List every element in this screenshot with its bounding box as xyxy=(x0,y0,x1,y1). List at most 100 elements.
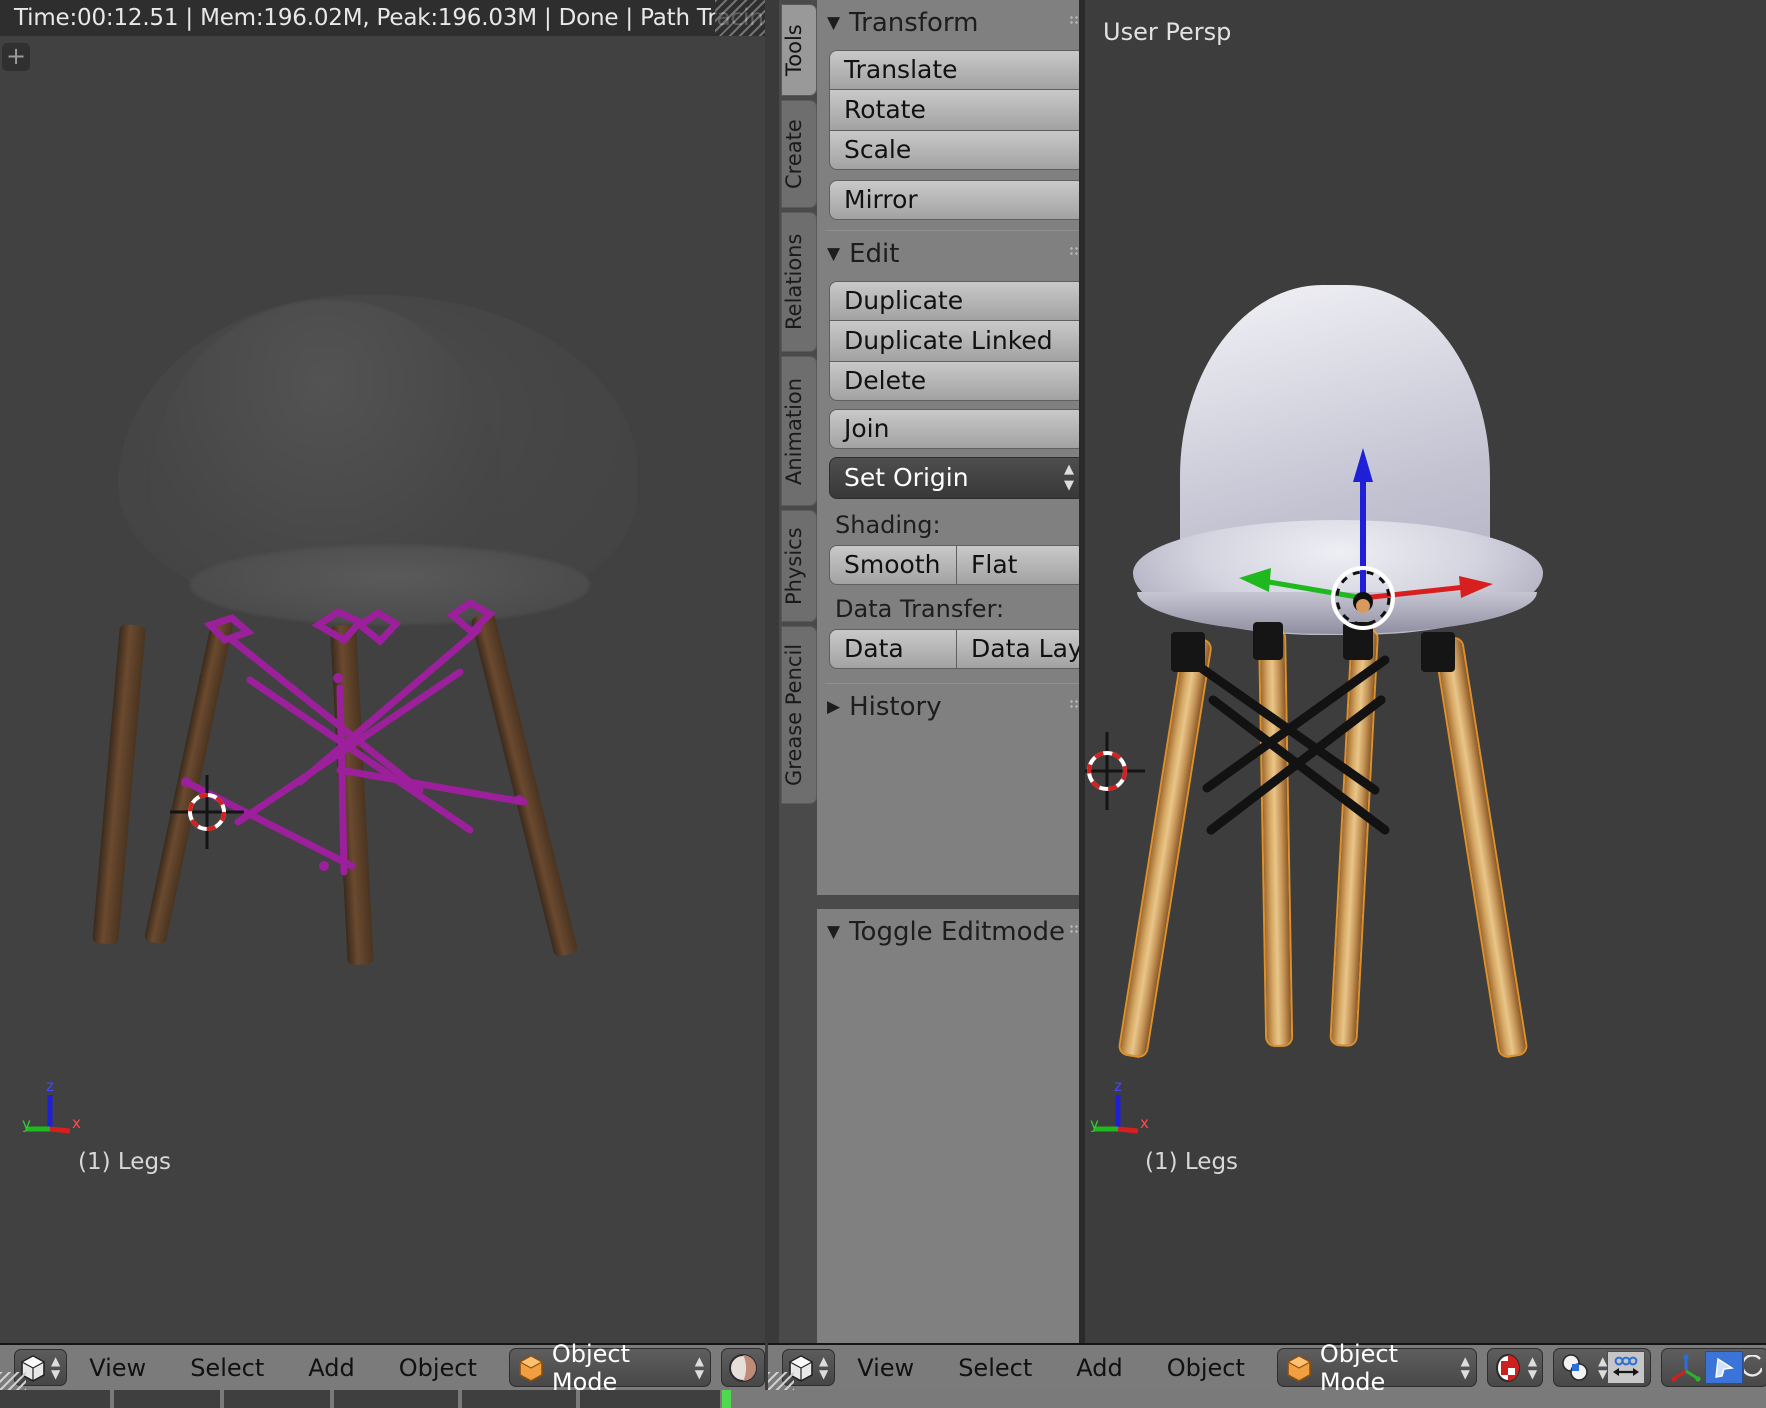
panel-title: Edit xyxy=(849,239,900,269)
timeline-segment xyxy=(224,1390,330,1408)
rendered-leg xyxy=(330,624,374,966)
timeline-strip[interactable] xyxy=(0,1390,1766,1408)
svg-text:y: y xyxy=(1090,1115,1099,1133)
mirror-button[interactable]: Mirror xyxy=(829,180,1085,220)
left-viewport-header: ▲ ▼ View Select Add Object Object Mode ▲ ▼ xyxy=(0,1340,765,1396)
tab-relations[interactable]: Relations xyxy=(781,212,817,352)
left-3d-viewport[interactable]: Time:00:12.51 | Mem:196.02M, Peak:196.03… xyxy=(0,0,765,1343)
rotate-manipulator-button[interactable] xyxy=(1743,1351,1763,1384)
chevron-down-icon: ▼ xyxy=(827,244,841,264)
toggle-editmode-panel: ▼ Toggle Editmode xyxy=(817,909,1097,1343)
render-status-text: Time:00:12.51 | Mem:196.02M, Peak:196.03… xyxy=(14,5,765,31)
corner-resize-icon[interactable] xyxy=(768,1372,794,1390)
panel-header-edit[interactable]: ▼ Edit xyxy=(817,231,1097,277)
menu-view[interactable]: View xyxy=(67,1354,168,1382)
axis-gizmo: z y x xyxy=(1090,1077,1149,1134)
spinner-arrows-icon: ▲ ▼ xyxy=(1598,1353,1608,1381)
duplicate-linked-button[interactable]: Duplicate Linked xyxy=(829,321,1085,361)
viewport-shading-selector[interactable] xyxy=(721,1348,765,1387)
panel-header-transform[interactable]: ▼ Transform xyxy=(817,0,1097,46)
panel-title: Transform xyxy=(849,8,979,38)
flat-shading-button[interactable]: Flat xyxy=(957,545,1085,585)
axis-manipulator-icon xyxy=(1671,1353,1701,1382)
menu-object[interactable]: Object xyxy=(1145,1354,1267,1382)
chevron-down-icon: ▼ xyxy=(827,13,841,33)
tab-create[interactable]: Create xyxy=(781,100,817,208)
rendered-leg xyxy=(92,623,146,945)
tab-animation[interactable]: Animation xyxy=(781,356,817,506)
panel-title: Toggle Editmode xyxy=(849,917,1066,947)
panel-title: History xyxy=(849,692,942,722)
tab-physics[interactable]: Physics xyxy=(781,510,817,622)
translate-button[interactable]: Translate xyxy=(829,50,1085,90)
timeline-segment xyxy=(334,1390,458,1408)
z-axis-arrow xyxy=(1353,448,1373,482)
data-layout-transfer-button[interactable]: Data Lay xyxy=(957,629,1085,669)
panel-header-history[interactable]: ▶ History xyxy=(817,684,1097,730)
interaction-mode-selector[interactable]: Object Mode ▲ ▼ xyxy=(1276,1340,1477,1396)
smooth-shading-button[interactable]: Smooth xyxy=(829,545,957,585)
svg-text:y: y xyxy=(22,1115,31,1133)
3d-cursor-icon xyxy=(170,775,244,849)
chair-leg xyxy=(1119,637,1211,1057)
snap-toggle-button[interactable] xyxy=(1607,1351,1646,1384)
interaction-mode-selector[interactable]: Object Mode ▲ ▼ xyxy=(508,1340,711,1396)
active-object-label: (1) Legs xyxy=(78,1149,172,1175)
corner-resize-icon[interactable] xyxy=(0,1372,26,1390)
manipulator-controls[interactable] xyxy=(1661,1348,1766,1387)
axis-gizmo: z y x xyxy=(22,1077,81,1134)
svg-text:z: z xyxy=(46,1077,54,1095)
active-object-label: (1) Legs xyxy=(1145,1149,1239,1175)
translate-manipulator-button[interactable] xyxy=(1705,1351,1744,1384)
data-transfer-label: Data Transfer: xyxy=(835,595,1005,623)
tab-grease-pencil[interactable]: Grease Pencil xyxy=(781,626,817,804)
viewport-shading-selector[interactable]: ▲ ▼ xyxy=(1486,1348,1544,1387)
duplicate-button[interactable]: Duplicate xyxy=(829,281,1085,321)
tab-tools[interactable]: Tools xyxy=(781,4,817,96)
arrow-cursor-icon xyxy=(1715,1357,1735,1378)
panel-header-toggle-editmode[interactable]: ▼ Toggle Editmode xyxy=(817,909,1097,955)
x-axis-arrow xyxy=(1459,576,1493,598)
selection-wireframe xyxy=(181,598,528,876)
svg-text:x: x xyxy=(1140,1114,1149,1132)
transform-button-group: Translate Rotate Scale xyxy=(829,50,1085,170)
render-status-bar: Time:00:12.51 | Mem:196.02M, Peak:196.03… xyxy=(0,0,765,36)
object-mode-icon xyxy=(518,1354,544,1382)
rotate-button[interactable]: Rotate xyxy=(829,90,1085,130)
pivot-median-icon xyxy=(1562,1353,1588,1381)
delete-button[interactable]: Delete xyxy=(829,361,1085,401)
resize-stripes xyxy=(715,0,765,36)
menu-select[interactable]: Select xyxy=(936,1354,1054,1382)
data-transfer-button[interactable]: Data xyxy=(829,629,957,669)
spinner-arrows-icon: ▲ ▼ xyxy=(819,1353,829,1381)
manipulator-toggle-button[interactable] xyxy=(1667,1351,1705,1384)
scale-button[interactable]: Scale xyxy=(829,130,1085,170)
timeline-playhead[interactable] xyxy=(722,1390,731,1408)
timeline-segment xyxy=(580,1390,720,1408)
texture-shading-icon xyxy=(1495,1353,1520,1382)
chair-leg xyxy=(1435,637,1527,1057)
rendered-chair-seat xyxy=(190,545,590,625)
shading-label: Shading: xyxy=(835,511,941,539)
spinner-arrows-icon: ▲ ▼ xyxy=(1527,1353,1538,1381)
set-origin-dropdown[interactable]: Set Origin ▲ ▼ xyxy=(829,457,1085,499)
plus-icon: + xyxy=(5,42,27,70)
object-mode-icon xyxy=(1286,1354,1312,1382)
timeline-segment xyxy=(0,1390,110,1408)
chevron-down-icon: ▼ xyxy=(827,922,841,942)
join-button[interactable]: Join xyxy=(829,409,1085,449)
mirror-group: Mirror xyxy=(829,180,1085,220)
spinner-arrows-icon: ▲ ▼ xyxy=(1064,462,1074,493)
menu-add[interactable]: Add xyxy=(1054,1354,1144,1382)
menu-object[interactable]: Object xyxy=(377,1354,499,1382)
chair-leg xyxy=(1331,629,1377,1046)
rendered-leg xyxy=(470,612,579,958)
menu-view[interactable]: View xyxy=(835,1354,936,1382)
right-3d-viewport[interactable]: User Persp z y x (1) Legs xyxy=(1085,0,1766,1343)
pivot-point-selector[interactable]: ▲ ▼ xyxy=(1553,1348,1652,1387)
translate-manipulator[interactable] xyxy=(1185,430,1525,650)
menu-select[interactable]: Select xyxy=(168,1354,286,1382)
set-origin-group: Set Origin ▲ ▼ xyxy=(829,457,1085,499)
menu-add[interactable]: Add xyxy=(286,1354,376,1382)
show-toolshelf-button[interactable]: + xyxy=(2,43,30,71)
